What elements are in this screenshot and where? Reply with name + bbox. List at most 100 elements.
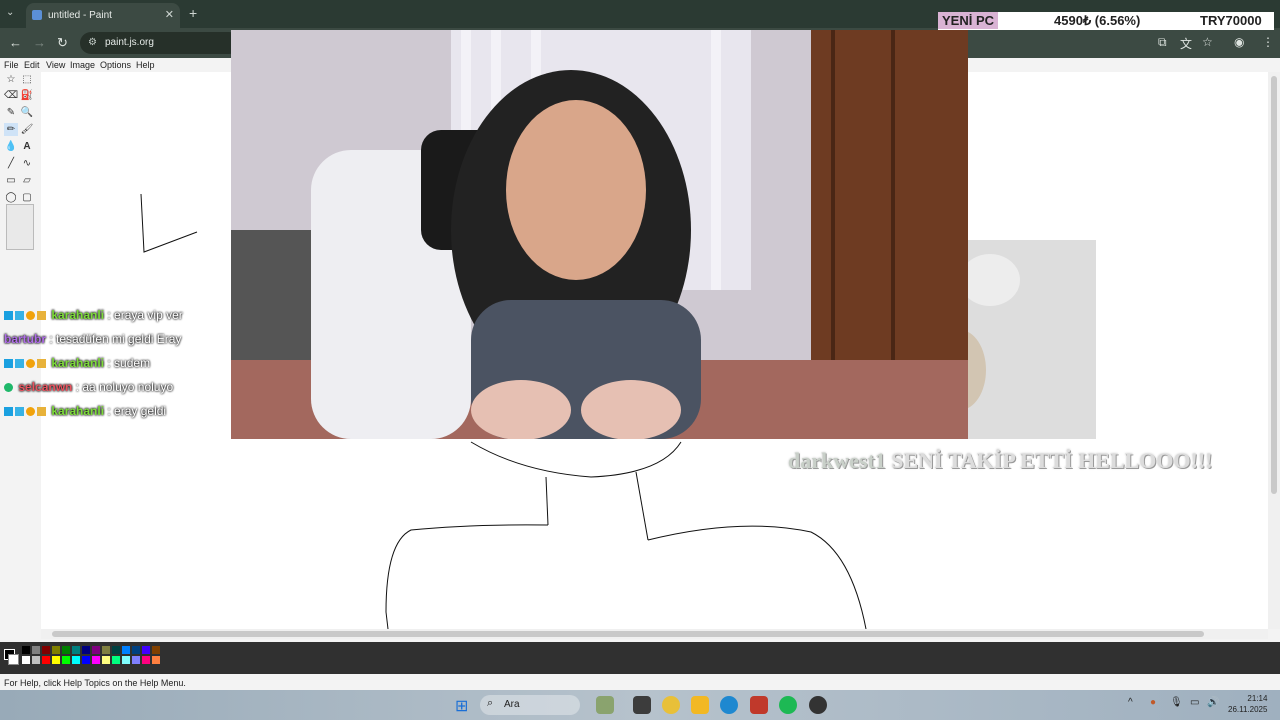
tool-options-well[interactable] <box>6 204 34 250</box>
spotify-icon[interactable] <box>779 696 797 714</box>
palette-swatch[interactable] <box>62 646 70 654</box>
rect-select-tool-icon[interactable]: ⬚ <box>20 73 34 86</box>
url-text[interactable]: paint.js.org <box>105 37 154 48</box>
palette-swatch[interactable] <box>32 656 40 664</box>
tab-search-button[interactable]: ⌄ <box>6 7 14 18</box>
reload-icon[interactable]: ↻ <box>57 35 68 51</box>
palette-swatch[interactable] <box>42 646 50 654</box>
cast-icon[interactable]: ⧉ <box>1158 35 1167 50</box>
file-explorer-icon[interactable] <box>691 696 709 714</box>
palette-swatch[interactable] <box>72 656 80 664</box>
palette-swatch[interactable] <box>92 656 100 664</box>
palette-swatch[interactable] <box>132 656 140 664</box>
palette-swatch[interactable] <box>152 646 160 654</box>
taskbar-search[interactable] <box>480 695 580 715</box>
volume-icon[interactable]: 🔊 <box>1207 697 1219 708</box>
menu-help[interactable]: Help <box>136 60 155 70</box>
curve-tool-icon[interactable]: ∿ <box>20 157 34 170</box>
polygon-tool-icon[interactable]: ▱ <box>20 174 34 187</box>
line-tool-icon[interactable]: ╱ <box>4 157 18 170</box>
palette-swatch[interactable] <box>82 646 90 654</box>
pencil-tool-icon[interactable]: ✏ <box>4 123 18 136</box>
widgets-icon[interactable] <box>596 696 614 714</box>
magnifier-tool-icon[interactable]: 🔍 <box>20 106 34 119</box>
palette-swatch[interactable] <box>112 656 120 664</box>
address-bar[interactable] <box>80 32 240 54</box>
back-arrow-icon[interactable]: ← <box>9 35 22 50</box>
palette-swatch[interactable] <box>92 646 100 654</box>
palette-swatch[interactable] <box>142 646 150 654</box>
goal-progress: 4590₺ (6.56%) <box>1054 13 1141 28</box>
profile-icon[interactable]: ◉ <box>1234 35 1244 49</box>
palette-swatch[interactable] <box>32 646 40 654</box>
webcam-overlay <box>231 30 968 439</box>
tray-chevron-icon[interactable]: ^ <box>1128 697 1133 708</box>
palette-swatch[interactable] <box>22 646 30 654</box>
palette <box>22 646 172 666</box>
forward-arrow-icon[interactable]: → <box>33 35 46 50</box>
taskbar-clock[interactable]: 21:14 26.11.2025 <box>1228 693 1267 715</box>
palette-swatch[interactable] <box>132 646 140 654</box>
obs-icon[interactable] <box>809 696 827 714</box>
site-info-icon[interactable]: ⚙ <box>88 37 97 48</box>
menu-image[interactable]: Image <box>70 60 95 70</box>
eraser-tool-icon[interactable]: ⌫ <box>4 89 18 102</box>
follow-message: SENİ TAKİP ETTİ HELLOOO!!! <box>891 448 1213 473</box>
fill-tool-icon[interactable]: ⛽ <box>20 89 34 102</box>
palette-swatch[interactable] <box>122 646 130 654</box>
bookmark-star-icon[interactable]: ☆ <box>1202 35 1213 49</box>
palette-swatch[interactable] <box>122 656 130 664</box>
chrome-icon[interactable] <box>662 696 680 714</box>
tray-app-icon[interactable]: ● <box>1150 697 1156 708</box>
badge-icon <box>15 407 24 416</box>
badge-icon <box>4 311 13 320</box>
palette-swatch[interactable] <box>142 656 150 664</box>
microphone-icon[interactable]: 🎙 <box>1170 697 1183 708</box>
palette-swatch[interactable] <box>42 656 50 664</box>
palette-swatch[interactable] <box>22 656 30 664</box>
translate-icon[interactable]: 文 <box>1180 35 1192 52</box>
palette-swatch[interactable] <box>62 656 70 664</box>
current-colors[interactable] <box>2 646 19 665</box>
rectangle-tool-icon[interactable]: ▭ <box>4 174 18 187</box>
palette-swatch[interactable] <box>102 646 110 654</box>
app-icon[interactable] <box>750 696 768 714</box>
palette-swatch[interactable] <box>52 656 60 664</box>
palette-swatch[interactable] <box>72 646 80 654</box>
menu-options[interactable]: Options <box>100 60 131 70</box>
status-text: For Help, click Help Topics on the Help … <box>4 678 186 688</box>
badge-icon <box>26 407 35 416</box>
edge-icon[interactable] <box>720 696 738 714</box>
badge-icon <box>15 359 24 368</box>
browser-menu-icon[interactable]: ⋮ <box>1262 35 1274 49</box>
menu-view[interactable]: View <box>46 60 65 70</box>
badge-icon <box>37 407 46 416</box>
chat-username: karahanli <box>51 356 105 370</box>
tab-close-icon[interactable]: ✕ <box>165 8 174 21</box>
ellipse-tool-icon[interactable]: ◯ <box>4 191 18 204</box>
network-icon[interactable]: ▭ <box>1190 697 1199 708</box>
palette-swatch[interactable] <box>152 656 160 664</box>
menu-edit[interactable]: Edit <box>24 60 40 70</box>
palette-swatch[interactable] <box>82 656 90 664</box>
airbrush-tool-icon[interactable]: 💧 <box>4 140 18 153</box>
text-tool-icon[interactable]: A <box>20 140 34 153</box>
free-select-tool-icon[interactable]: ☆ <box>4 73 18 86</box>
new-tab-button[interactable]: + <box>189 5 197 21</box>
rounded-rect-tool-icon[interactable]: ▢ <box>20 191 34 204</box>
horizontal-scroll-thumb[interactable] <box>52 631 1204 637</box>
palette-swatch[interactable] <box>102 656 110 664</box>
menu-file[interactable]: File <box>4 60 19 70</box>
background-color[interactable] <box>8 654 19 665</box>
palette-swatch[interactable] <box>112 646 120 654</box>
windows-start-icon[interactable]: ⊞ <box>455 696 468 716</box>
brush-tool-icon[interactable]: 🖌 <box>20 123 34 136</box>
palette-swatch[interactable] <box>52 646 60 654</box>
paint-favicon-icon <box>32 10 42 20</box>
task-view-icon[interactable] <box>633 696 651 714</box>
color-picker-tool-icon[interactable]: ✎ <box>4 106 18 119</box>
vertical-scroll-thumb[interactable] <box>1271 76 1277 494</box>
verified-check-icon <box>4 383 13 392</box>
badge-icon <box>26 359 35 368</box>
browser-tab[interactable]: untitled - Paint ✕ <box>26 3 180 28</box>
